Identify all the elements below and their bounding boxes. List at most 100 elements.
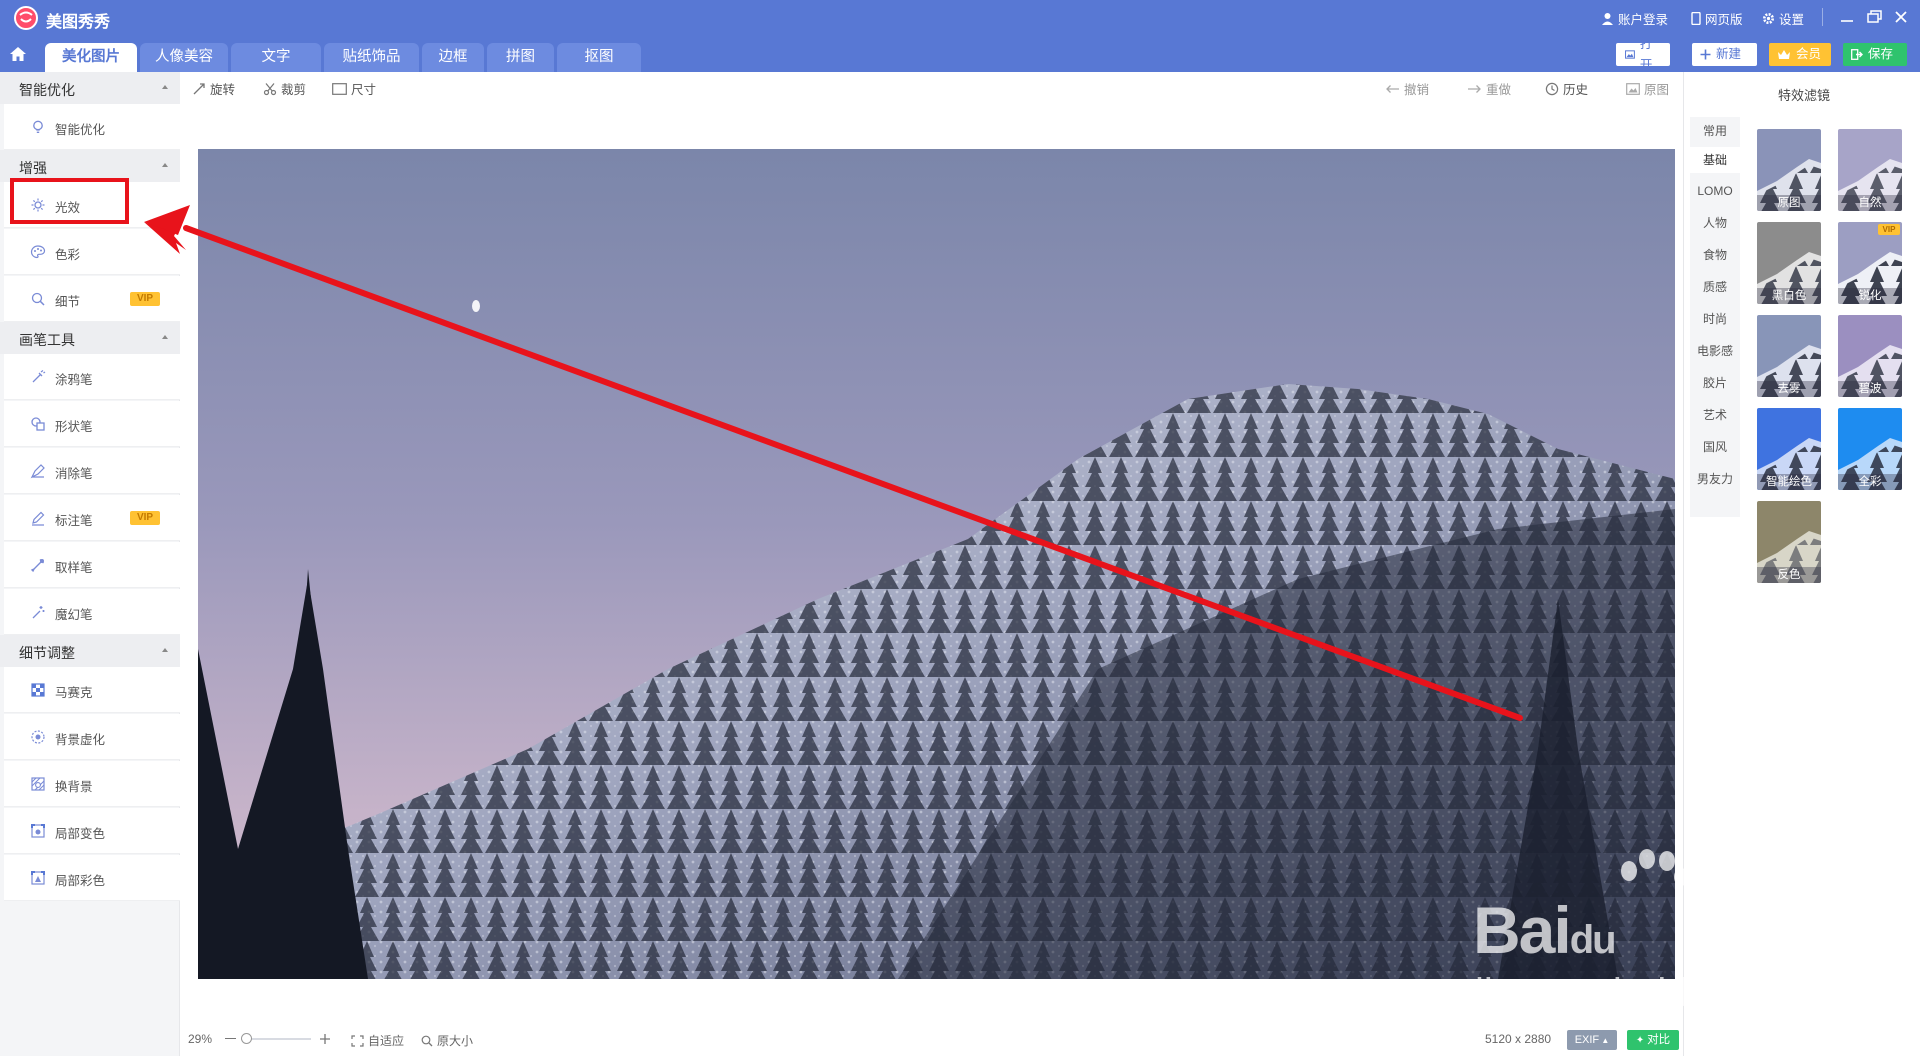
filter-thumb-bw[interactable]: 黑白色 [1757,222,1821,304]
photo-canvas[interactable] [198,149,1675,979]
tool-label: 形状笔 [55,420,93,434]
gear-icon [1763,13,1774,24]
actual-size-button[interactable]: 原大小 [421,1032,473,1049]
original-button[interactable]: 原图 [1626,79,1669,98]
tool-eraser-pen[interactable]: 消除笔 [4,448,180,494]
section-detail-adjust[interactable]: 细节调整 [0,635,180,667]
zoom-slider-handle[interactable] [241,1033,252,1044]
filter-thumb-ripple[interactable]: 碧波 [1838,315,1902,397]
recolor-icon [31,824,45,838]
tool-label: 背景虚化 [55,733,106,747]
filter-thumb-dehaze[interactable]: 去雾 [1757,315,1821,397]
filter-cat-food[interactable]: 食物 [1690,243,1740,267]
tool-detail[interactable]: 细节 VIP [4,276,180,322]
user-icon [1602,13,1613,25]
tab-text[interactable]: 文字 [231,43,321,72]
section-brush-tools[interactable]: 画笔工具 [0,322,180,354]
maximize-button[interactable] [1862,6,1886,28]
rotate-icon [193,82,205,94]
filter-thumb-invert[interactable]: 反色 [1757,501,1821,583]
phone-icon [1691,12,1701,25]
home-button[interactable] [8,45,34,65]
tab-portrait[interactable]: 人像美容 [140,43,228,72]
open-button[interactable]: 打开 [1616,37,1670,72]
image-dimensions: 5120 x 2880 [1485,1032,1552,1046]
tool-magic-pen[interactable]: 魔幻笔 [4,589,180,635]
tool-graffiti-pen[interactable]: 涂鸦笔 [4,354,180,400]
close-button[interactable] [1889,6,1913,28]
mountain-photo [198,149,1675,979]
vip-badge: VIP [130,292,160,306]
tab-collage[interactable]: 拼图 [487,43,554,72]
rotate-button[interactable]: 旋转 [192,79,235,98]
fit-button[interactable]: 自适应 [351,1032,404,1049]
tool-background-blur[interactable]: 背景虚化 [4,714,180,760]
filter-thumb-full-color[interactable]: 全彩 [1838,408,1902,490]
filter-cat-boyfriend[interactable]: 男友力 [1690,467,1740,491]
filter-cat-people[interactable]: 人物 [1690,211,1740,235]
redo-button[interactable]: 重做 [1467,79,1511,98]
tool-shape-pen[interactable]: 形状笔 [4,401,180,447]
tool-local-colorize[interactable]: 局部彩色 [4,855,180,901]
filter-cat-lomo[interactable]: LOMO [1690,179,1740,203]
settings-link[interactable]: 设置 [1762,9,1804,28]
zoom-in-icon[interactable] [319,1033,331,1045]
filter-thumb-sharpen[interactable]: VIP 锐化 [1838,222,1902,304]
size-button[interactable]: 尺寸 [332,79,376,98]
filter-cat-chinese[interactable]: 国风 [1690,435,1740,459]
fit-label: 自适应 [368,1034,405,1048]
undo-arrow-icon [1386,84,1399,93]
tool-marker-pen[interactable]: 标注笔 VIP [4,495,180,541]
blur-icon [31,730,45,744]
filter-cat-cinema[interactable]: 电影感 [1690,339,1740,363]
tool-local-recolor[interactable]: 局部变色 [4,808,180,854]
collapse-caret-icon [162,335,168,339]
tool-label: 消除笔 [55,467,93,481]
close-icon [1895,11,1907,23]
magnifier-icon [31,292,45,306]
zoom-out-icon[interactable] [225,1038,236,1039]
rotate-label: 旋转 [210,83,236,97]
thumb-label: 去雾 [1757,381,1821,397]
redo-label: 重做 [1486,83,1512,97]
filter-thumb-natural[interactable]: 自然 [1838,129,1902,211]
vip-badge: VIP [1878,224,1900,235]
tool-label: 魔幻笔 [55,608,93,622]
tool-mosaic[interactable]: 马赛克 [4,667,180,713]
tab-beautify[interactable]: 美化图片 [45,43,137,72]
save-button[interactable]: 保存 [1843,43,1907,66]
section-title: 画笔工具 [19,332,75,348]
tab-stickers[interactable]: 贴纸饰品 [324,43,419,72]
picture-icon [1626,82,1640,95]
history-button[interactable]: 历史 [1545,79,1588,98]
minimize-button[interactable] [1835,6,1859,28]
thumb-label: 原图 [1757,195,1821,211]
compare-button[interactable]: ✦ 对比 [1627,1030,1679,1050]
tool-label: 局部彩色 [55,874,106,888]
tab-frames[interactable]: 边框 [422,43,484,72]
filter-cat-art[interactable]: 艺术 [1690,403,1740,427]
filter-thumb-smart-color[interactable]: 智能绘色 [1757,408,1821,490]
moon [472,300,480,312]
crop-button[interactable]: 裁剪 [263,79,306,98]
filter-cat-basic[interactable]: 基础 [1690,147,1740,173]
filter-cat-common[interactable]: 常用 [1690,119,1740,143]
tool-eyedropper-pen[interactable]: 取样笔 [4,542,180,588]
vip-button[interactable]: 会员 [1769,43,1831,66]
undo-label: 撤销 [1404,83,1430,97]
undo-button[interactable]: 撤销 [1385,79,1429,98]
tool-color[interactable]: 色彩 [4,229,180,275]
new-button[interactable]: 新建 [1692,43,1757,66]
web-version-link[interactable]: 网页版 [1691,9,1743,28]
filter-cat-texture[interactable]: 质感 [1690,275,1740,299]
login-link[interactable]: 账户登录 [1601,9,1668,28]
exif-button[interactable]: EXIF ▲ [1567,1030,1617,1050]
tool-smart-optimize[interactable]: 智能优化 [4,104,180,150]
section-smart-optimize[interactable]: 智能优化 [0,72,180,104]
tool-change-background[interactable]: 换背景 [4,761,180,807]
filter-thumb-original[interactable]: 原图 [1757,129,1821,211]
new-label: 新建 [1716,47,1742,61]
filter-cat-fashion[interactable]: 时尚 [1690,307,1740,331]
tab-cutout[interactable]: 抠图 [557,43,641,72]
filter-cat-film[interactable]: 胶片 [1690,371,1740,395]
